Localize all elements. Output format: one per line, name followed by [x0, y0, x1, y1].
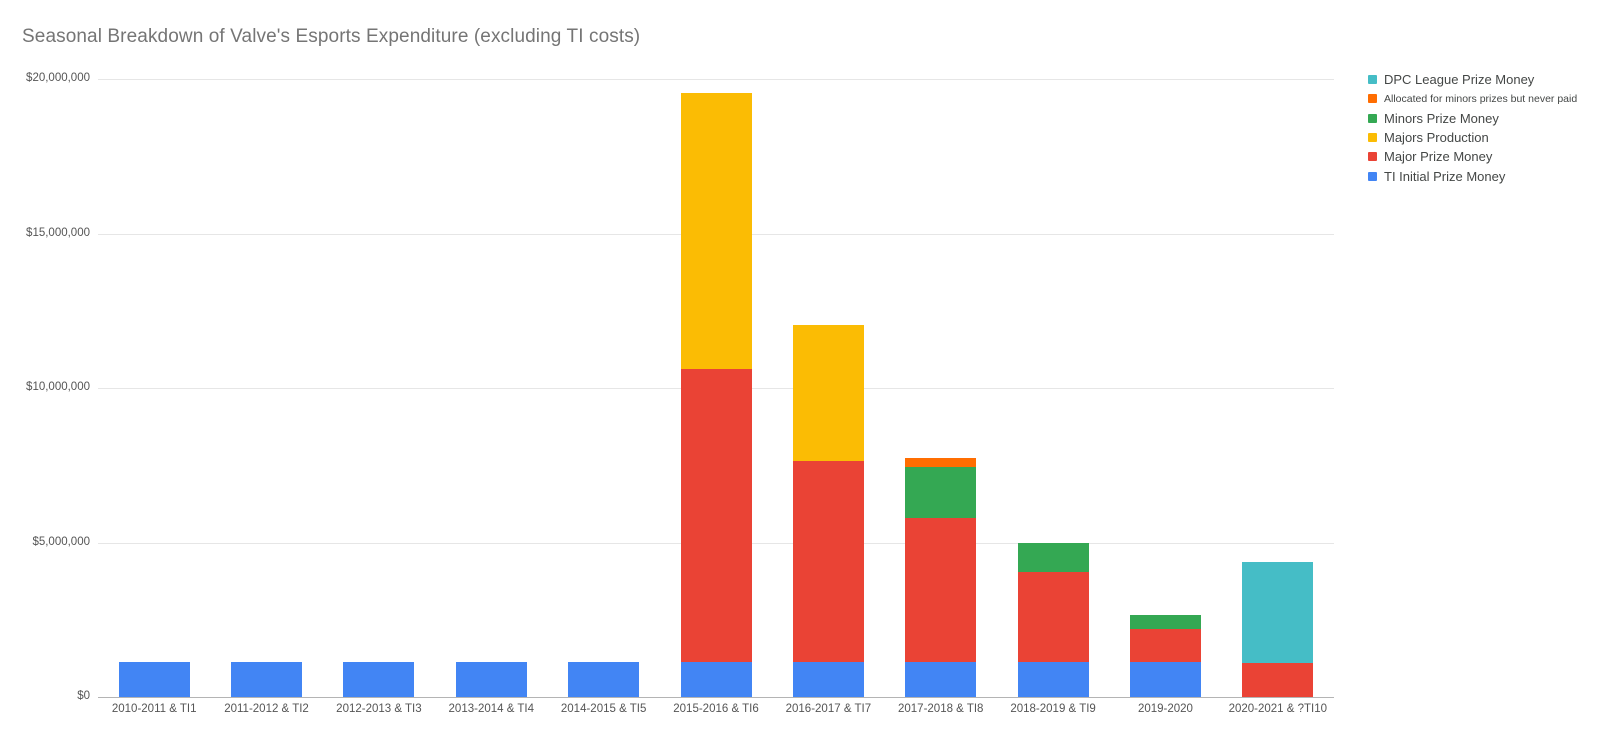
bar-stack[interactable]: [680, 92, 752, 697]
bar-stack[interactable]: [118, 662, 190, 697]
bar-segment[interactable]: [680, 369, 752, 663]
x-axis-tick-label: 2016-2017 & TI7: [785, 703, 872, 715]
bar-segment[interactable]: [1242, 663, 1314, 697]
y-axis-tick-label: $15,000,000: [26, 226, 90, 239]
bar-stack[interactable]: [1017, 542, 1089, 697]
legend-item-label: TI Initial Prize Money: [1384, 168, 1506, 184]
y-axis-tick-label: $0: [77, 690, 90, 702]
bar-stack[interactable]: [1129, 614, 1201, 697]
x-axis-tick-label: 2010-2011 & TI1: [111, 703, 197, 715]
y-axis-tick-label: $20,000,000: [26, 72, 90, 84]
bar-segment[interactable]: [1129, 662, 1201, 697]
bar-segment[interactable]: [231, 662, 303, 697]
legend-item[interactable]: DPC League Prize Money: [1368, 70, 1600, 89]
bar-segment[interactable]: [118, 662, 190, 697]
legend-color-swatch: [1368, 75, 1377, 85]
chart-title: Seasonal Breakdown of Valve's Esports Ex…: [22, 26, 641, 47]
legend-color-swatch: [1368, 94, 1377, 104]
x-axis-tick-label: 2011-2012 & TI2: [224, 703, 309, 715]
bar-segment[interactable]: [680, 92, 752, 370]
bar-segment[interactable]: [1242, 561, 1314, 664]
legend-item[interactable]: Allocated for minors prizes but never pa…: [1368, 89, 1600, 108]
x-axis-tick-label: 2017-2018 & TI8: [897, 703, 984, 715]
x-axis-tick-label: 2015-2016 & TI6: [673, 703, 759, 715]
bar-stack[interactable]: [455, 662, 527, 697]
legend-color-swatch: [1368, 152, 1377, 162]
x-axis-tick-label: 2019-2020: [1137, 703, 1193, 715]
bar-segment[interactable]: [905, 518, 977, 663]
bar-segment[interactable]: [792, 324, 864, 461]
chart-container: Seasonal Breakdown of Valve's Esports Ex…: [0, 0, 1600, 746]
x-axis-tick-label: 2013-2014 & TI4: [448, 703, 534, 715]
bar-stack[interactable]: [905, 457, 977, 697]
plot-area: [98, 79, 1334, 698]
y-axis-tick-label: $10,000,000: [26, 381, 90, 393]
bar-segment[interactable]: [455, 662, 527, 697]
chart-legend: DPC League Prize Money Allocated for mino…: [1368, 70, 1600, 186]
x-axis-tick-label: 2012-2013 & TI3: [336, 703, 422, 715]
legend-item-label: Minors Prize Money: [1384, 110, 1499, 126]
bar-segment[interactable]: [1129, 629, 1201, 663]
bar-segment[interactable]: [343, 662, 415, 697]
bar-segment[interactable]: [905, 467, 977, 519]
gridline: [98, 79, 1334, 80]
legend-item-label: DPC League Prize Money: [1384, 72, 1535, 88]
bar-segment[interactable]: [680, 662, 752, 697]
bar-segment[interactable]: [1017, 662, 1089, 697]
legend-item-label: Majors Production: [1384, 130, 1489, 146]
bar-stack[interactable]: [231, 662, 303, 697]
bar-stack[interactable]: [792, 324, 864, 697]
legend-item[interactable]: Majors Production: [1368, 128, 1600, 147]
y-axis-tick-label: $5,000,000: [32, 535, 90, 548]
bar-segment[interactable]: [792, 460, 864, 663]
bar-stack[interactable]: [568, 662, 640, 697]
x-axis-tick-label: 2014-2015 & TI5: [560, 703, 647, 715]
legend-item-label: Allocated for minors prizes but never pa…: [1384, 92, 1578, 105]
legend-item[interactable]: TI Initial Prize Money: [1368, 166, 1600, 185]
legend-item[interactable]: Minors Prize Money: [1368, 109, 1600, 128]
x-axis-tick-label: 2018-2019 & TI9: [1010, 703, 1096, 715]
bar-segment[interactable]: [1129, 614, 1201, 630]
bar-segment[interactable]: [1017, 572, 1089, 663]
bar-segment[interactable]: [792, 662, 864, 697]
legend-item-label: Major Prize Money: [1384, 149, 1493, 165]
legend-color-swatch: [1368, 113, 1377, 123]
bar-stack[interactable]: [343, 662, 415, 697]
legend-color-swatch: [1368, 133, 1377, 143]
bar-segment[interactable]: [905, 457, 977, 468]
x-axis-tick-label: 2020-2021 & ?TI10: [1228, 703, 1328, 715]
bar-stack[interactable]: [1242, 561, 1314, 697]
bar-segment[interactable]: [568, 662, 640, 697]
bar-segment[interactable]: [905, 662, 977, 697]
bar-segment[interactable]: [1017, 542, 1089, 573]
legend-color-swatch: [1368, 171, 1377, 181]
legend-item[interactable]: Major Prize Money: [1368, 147, 1600, 166]
x-axis-line: [98, 697, 1334, 698]
